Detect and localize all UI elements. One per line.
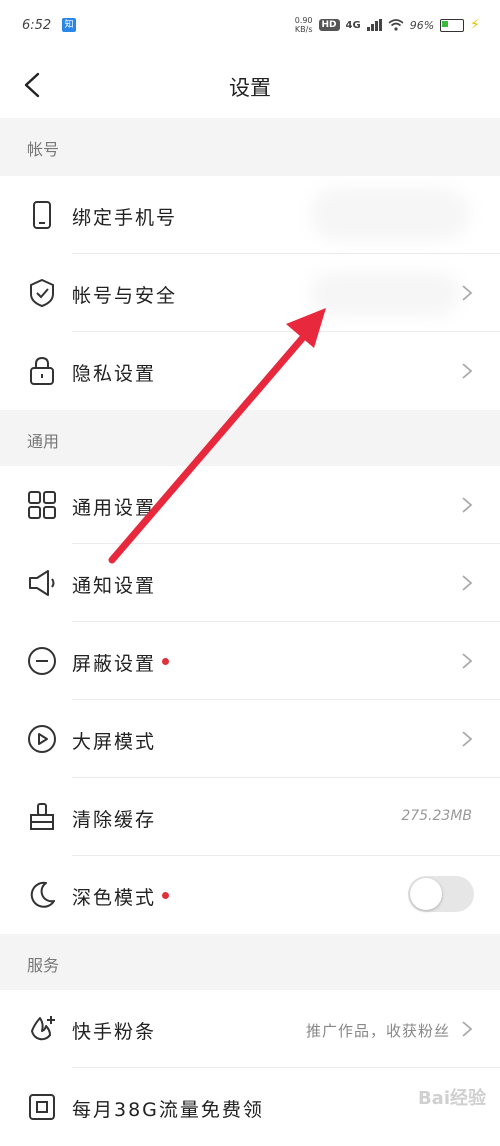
broom-icon — [30, 803, 54, 830]
sim-card-icon — [29, 1094, 55, 1120]
speed-value: 0.90 — [294, 16, 313, 25]
shield-check-icon — [30, 278, 54, 308]
redacted-value — [310, 272, 460, 316]
row-fans[interactable]: 快手粉条 推广作品，收获粉丝 — [0, 990, 500, 1068]
play-circle-icon — [28, 725, 56, 753]
fans-description: 推广作品，收获粉丝 — [305, 1022, 450, 1040]
row-dark-mode[interactable]: 深色模式 — [0, 856, 500, 934]
network-speed: 0.90 KB/s — [295, 16, 313, 34]
status-bar: 6:52 知乎 0.90 KB/s HD 4G 96% ⚡ — [0, 0, 500, 52]
row-label: 清除缓存 — [72, 809, 157, 831]
page-title: 设置 — [229, 76, 271, 100]
grid-icon — [28, 491, 56, 519]
new-dot-badge — [162, 658, 170, 665]
section-label: 通用 — [27, 432, 60, 451]
hd-badge: HD — [318, 19, 340, 31]
row-label: 屏蔽设置 — [72, 649, 170, 676]
new-dot-badge — [162, 892, 170, 899]
row-label: 大屏模式 — [72, 731, 157, 753]
row-block[interactable]: 屏蔽设置 — [0, 622, 500, 700]
chevron-right-icon — [462, 653, 473, 669]
row-label: 每月38G流量免费领 — [72, 1099, 264, 1121]
section-header-service: 服务 — [0, 934, 500, 990]
watermark: Bai经验 — [417, 1088, 486, 1109]
moon-icon — [30, 881, 55, 908]
status-time: 6:52 — [22, 18, 52, 33]
row-general-settings[interactable]: 通用设置 — [0, 466, 500, 544]
row-privacy[interactable]: 隐私设置 — [0, 332, 500, 410]
row-clear-cache[interactable]: 清除缓存 275.23MB — [0, 778, 500, 856]
section-label: 服务 — [27, 956, 60, 975]
row-label: 通知设置 — [72, 575, 157, 597]
speed-unit: KB/s — [294, 25, 313, 34]
row-label: 快手粉条 — [72, 1021, 157, 1043]
row-notification[interactable]: 通知设置 — [0, 544, 500, 622]
navigation-bar: 设置 — [0, 52, 500, 118]
row-big-screen[interactable]: 大屏模式 — [0, 700, 500, 778]
battery-percent: 96% — [409, 18, 435, 32]
row-label: 隐私设置 — [72, 363, 157, 385]
block-minus-icon — [28, 647, 56, 675]
section-label: 帐号 — [27, 140, 60, 159]
dark-mode-toggle[interactable] — [408, 876, 474, 912]
speaker-icon — [29, 570, 55, 596]
chevron-right-icon — [462, 363, 473, 379]
row-account-security[interactable]: 帐号与安全 — [0, 254, 500, 332]
row-label: 绑定手机号 — [72, 207, 178, 229]
battery-icon — [440, 18, 465, 32]
wifi-icon — [388, 19, 404, 31]
dark-mode-label-text: 深色模式 — [72, 887, 157, 909]
cache-size-value: 275.23MB — [401, 808, 472, 824]
chevron-right-icon — [462, 731, 473, 747]
row-label: 帐号与安全 — [72, 285, 178, 307]
chevron-right-icon — [462, 575, 473, 591]
signal-icon — [366, 19, 382, 31]
network-type: 4G — [345, 19, 361, 31]
charging-icon: ⚡ — [470, 17, 480, 33]
row-label: 通用设置 — [72, 497, 157, 519]
toggle-knob — [410, 878, 442, 910]
chevron-right-icon — [462, 1021, 473, 1037]
row-label: 深色模式 — [72, 883, 170, 910]
phone-icon — [33, 201, 51, 229]
app-notification-icon: 知乎 — [62, 18, 76, 44]
chevron-right-icon — [462, 285, 473, 301]
section-header-account: 帐号 — [0, 118, 500, 176]
row-bind-phone[interactable]: 绑定手机号 — [0, 176, 500, 254]
chevron-right-icon — [462, 497, 473, 513]
flame-plus-icon — [31, 1016, 55, 1041]
lock-icon — [30, 356, 54, 385]
redacted-phone-value — [310, 188, 470, 240]
section-header-general: 通用 — [0, 410, 500, 466]
block-label-text: 屏蔽设置 — [72, 653, 157, 675]
